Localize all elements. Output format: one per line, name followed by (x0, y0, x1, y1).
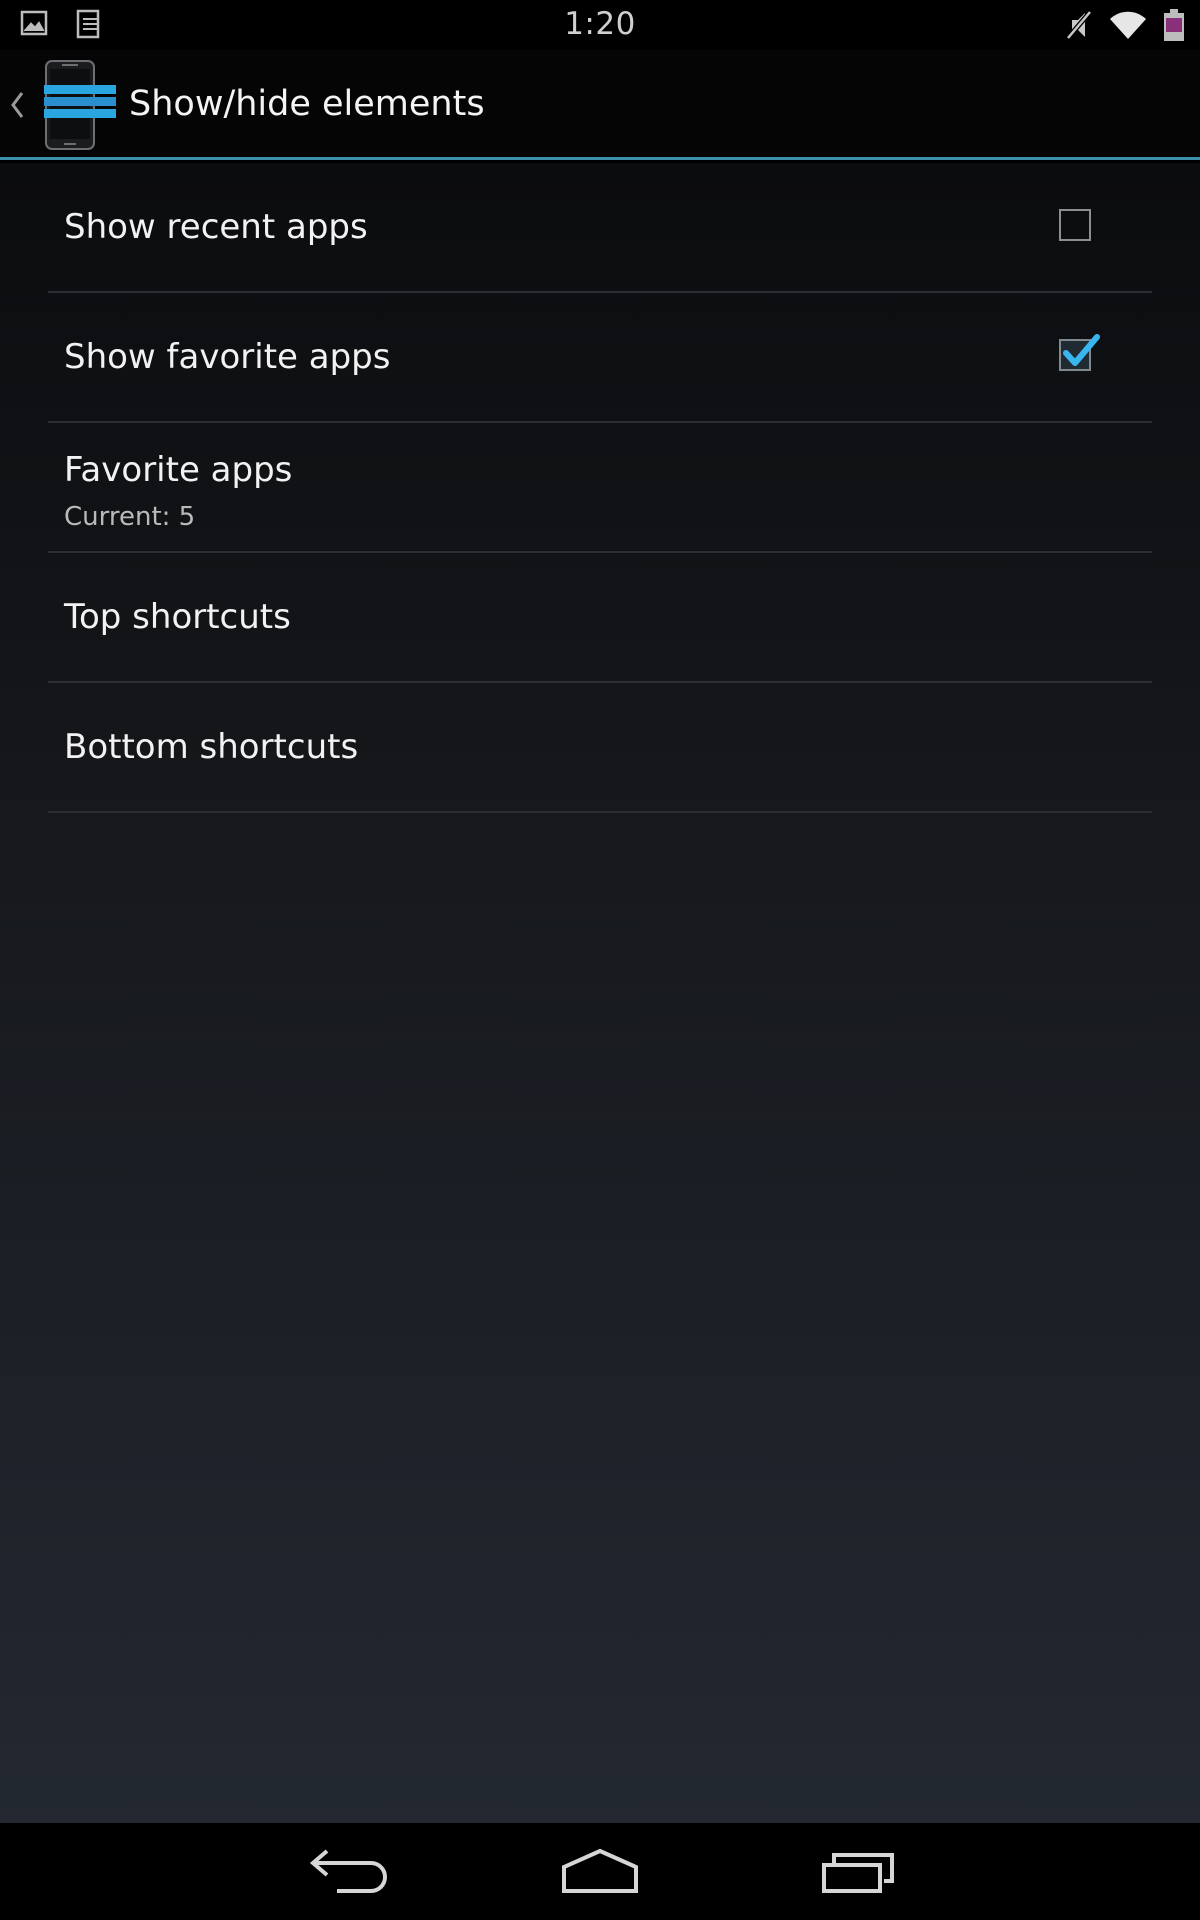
recents-button[interactable] (808, 1841, 908, 1901)
back-icon (293, 1849, 393, 1905)
navigation-bar (0, 1823, 1200, 1920)
wifi-icon (1108, 9, 1148, 45)
up-navigation-button[interactable]: Show/hide elements (0, 50, 485, 160)
show-recent-apps-checkbox[interactable] (1059, 209, 1091, 241)
status-bar: 1:20 (0, 0, 1200, 50)
pref-show-recent-apps[interactable]: Show recent apps (48, 163, 1152, 293)
pref-bottom-shortcuts[interactable]: Bottom shortcuts (48, 683, 1152, 813)
page-title: Show/hide elements (129, 84, 485, 124)
preference-list: Show recent apps Show favorite apps Favo… (48, 163, 1152, 813)
pref-title: Show favorite apps (64, 337, 391, 377)
pref-title: Top shortcuts (64, 597, 291, 637)
screen: 1:20 Show/hide elements Show recent apps… (0, 0, 1200, 1920)
app-icon (42, 59, 118, 155)
recents-icon (808, 1853, 908, 1905)
home-button[interactable] (550, 1841, 650, 1901)
clock: 1:20 (564, 6, 636, 42)
mute-icon (1064, 9, 1094, 45)
pref-show-favorite-apps[interactable]: Show favorite apps (48, 293, 1152, 423)
pref-top-shortcuts[interactable]: Top shortcuts (48, 553, 1152, 683)
action-bar: Show/hide elements (0, 50, 1200, 160)
back-button[interactable] (293, 1841, 393, 1901)
checkmark-icon (1061, 331, 1103, 375)
pref-title: Favorite apps (64, 450, 293, 490)
battery-icon (1162, 8, 1186, 46)
show-favorite-apps-checkbox[interactable] (1059, 334, 1100, 371)
preferences-screen: Show recent apps Show favorite apps Favo… (0, 163, 1200, 1823)
pref-title: Show recent apps (64, 207, 368, 247)
home-icon (550, 1848, 650, 1905)
chevron-left-icon (8, 90, 26, 124)
pref-favorite-apps[interactable]: Favorite apps Current: 5 (48, 423, 1152, 553)
pref-summary: Current: 5 (64, 502, 196, 532)
pref-title: Bottom shortcuts (64, 727, 359, 767)
